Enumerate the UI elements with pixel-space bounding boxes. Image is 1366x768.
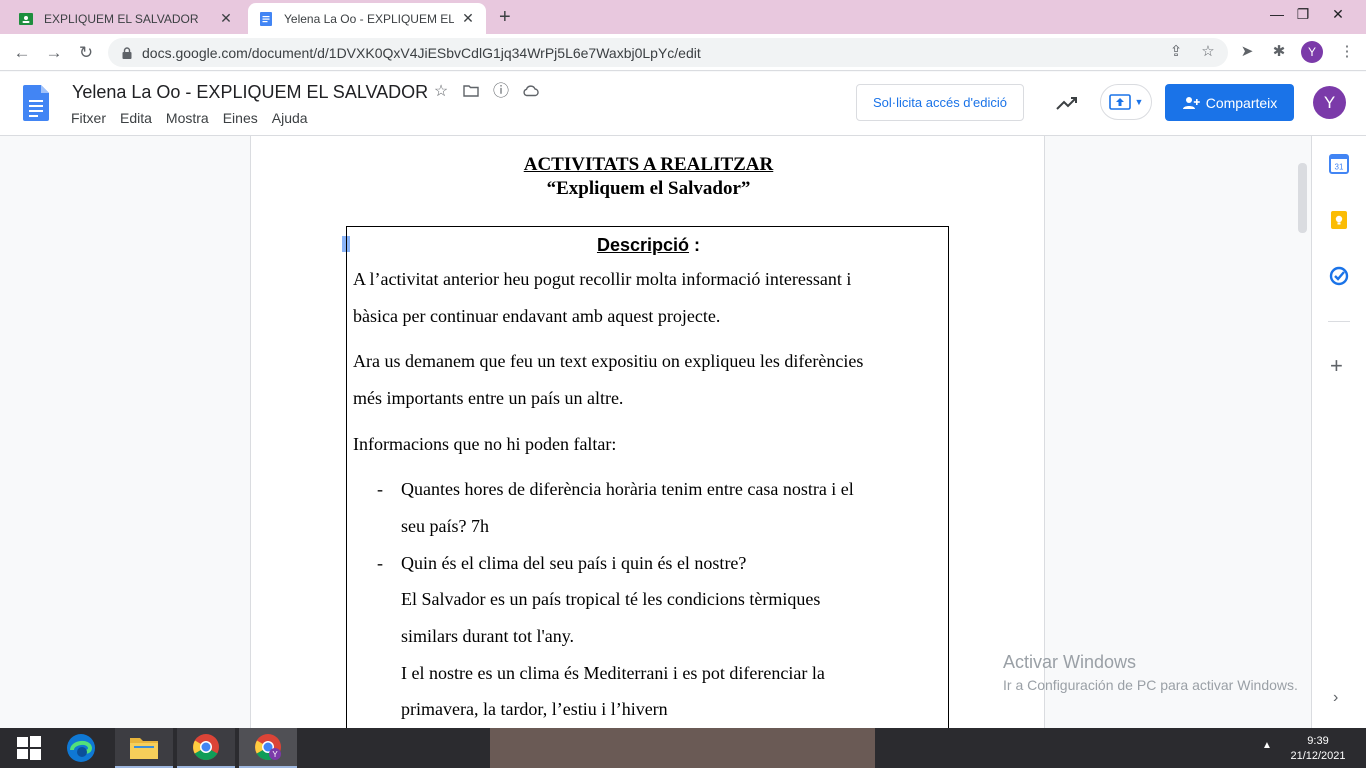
activity-subheading: “Expliquem el Salvador”	[546, 178, 751, 199]
expand-panel-icon[interactable]: ›	[1333, 689, 1338, 707]
paragraph-1-line-1: A l’activitat anterior heu pogut recolli…	[353, 269, 852, 289]
info-icon[interactable]: ⓘ	[492, 83, 510, 101]
send-icon[interactable]: ➤	[1237, 42, 1257, 62]
share-button[interactable]: Comparteix	[1165, 84, 1294, 121]
clock-time: 9:39	[1307, 735, 1329, 747]
keep-icon[interactable]	[1329, 210, 1349, 230]
bullet-dash: -	[377, 479, 383, 499]
browser-tab-docs[interactable]: Yelena La Oo - EXPLIQUEM EL SALVADOR ✕	[248, 3, 486, 34]
google-docs-logo-icon[interactable]	[23, 85, 49, 121]
close-tab-icon[interactable]: ✕	[218, 10, 234, 27]
menu-item-help[interactable]: Ajuda	[272, 110, 308, 126]
side-panel-divider	[1328, 321, 1350, 322]
list-item-2-line-2: El Salvador es un país tropical té les c…	[401, 589, 821, 609]
profile-avatar[interactable]: Y	[1301, 41, 1323, 63]
side-panel: 31 + ›	[1311, 136, 1366, 728]
tab-title: EXPLIQUEM EL SALVADOR	[44, 11, 199, 26]
list-item-1-line-1: Quantes hores de diferència horària teni…	[401, 479, 854, 499]
list-item-1-line-2: seu país? 7h	[401, 516, 489, 536]
activity-trend-icon[interactable]	[1055, 92, 1079, 114]
browser-toolbar: ← → ↻ docs.google.com/document/d/1DVXK0Q…	[0, 34, 1366, 71]
bookmark-star-icon[interactable]: ☆	[1198, 42, 1218, 62]
description-title-suffix: :	[689, 235, 701, 255]
close-window-button[interactable]: ✕	[1315, 0, 1361, 28]
extensions-icon[interactable]: ✱	[1269, 42, 1289, 62]
docs-header: Yelena La Oo - EXPLIQUEM EL SALVADOR ☆ ⓘ…	[0, 72, 1366, 136]
description-title-text: Descripció	[596, 235, 690, 255]
present-button[interactable]: ▼	[1100, 84, 1152, 120]
document-title[interactable]: Yelena La Oo - EXPLIQUEM EL SALVADOR	[72, 82, 428, 103]
edge-taskbar-button[interactable]	[52, 728, 110, 768]
taskbar-clock[interactable]: 9:39 21/12/2021	[1287, 734, 1349, 764]
watermark-subtitle: Ir a Configuración de PC para activar Wi…	[1003, 677, 1298, 693]
chrome-icon	[193, 734, 219, 761]
browser-tab-classroom[interactable]: EXPLIQUEM EL SALVADOR ✕	[8, 3, 244, 34]
chrome-taskbar-button[interactable]	[177, 728, 235, 768]
menu-kebab-icon[interactable]: ⋮	[1337, 42, 1357, 62]
account-avatar[interactable]: Y	[1313, 86, 1346, 119]
tab-strip: EXPLIQUEM EL SALVADOR ✕ Yelena La Oo - E…	[0, 0, 1366, 34]
document-scrollbar[interactable]	[1298, 163, 1307, 233]
cloud-status-icon[interactable]	[522, 83, 540, 101]
windows-taskbar: Y ▲ 9:39 21/12/2021	[0, 728, 1366, 768]
reload-icon[interactable]: ↻	[75, 42, 97, 64]
folder-icon	[130, 738, 158, 759]
url-text: docs.google.com/document/d/1DVXK0QxV4JiE…	[142, 44, 701, 61]
menu-item-view[interactable]: Mostra	[166, 110, 209, 126]
share-label: Comparteix	[1205, 94, 1278, 111]
close-tab-icon[interactable]: ✕	[460, 10, 476, 27]
list-item-2-line-1: Quin és el clima del seu país i quin és …	[401, 553, 747, 573]
docs-favicon-icon	[260, 11, 272, 26]
edge-icon	[67, 734, 95, 762]
bullet-dash: -	[377, 553, 383, 573]
add-addon-icon[interactable]: +	[1330, 353, 1343, 379]
list-item-2-line-4: I el nostre es un clima és Mediterrani i…	[401, 663, 825, 683]
paragraph-1-line-2: bàsica per continuar endavant amb aquest…	[353, 306, 721, 326]
document-page[interactable]: ACTIVITATS A REALITZAR “Expliquem el Sal…	[250, 136, 1045, 728]
menu-item-edit[interactable]: Edita	[120, 110, 152, 126]
menu-item-file[interactable]: Fitxer	[71, 110, 106, 126]
chrome-profile-icon: Y	[255, 734, 281, 761]
tab-title: Yelena La Oo - EXPLIQUEM EL SALVADOR	[284, 11, 454, 26]
tasks-icon[interactable]	[1329, 266, 1349, 286]
address-bar[interactable]: docs.google.com/document/d/1DVXK0QxV4JiE…	[108, 38, 1228, 67]
lock-icon	[122, 46, 132, 59]
paragraph-2-line-2: més importants entre un país un altre.	[353, 388, 624, 408]
calendar-icon[interactable]: 31	[1329, 154, 1349, 174]
paragraph-3: Informacions que no hi poden faltar:	[353, 434, 617, 454]
document-canvas[interactable]: ACTIVITATS A REALITZAR “Expliquem el Sal…	[0, 136, 1311, 728]
chevron-down-icon: ▼	[1134, 97, 1144, 107]
back-icon[interactable]: ←	[11, 42, 33, 64]
share-page-icon[interactable]: ⇪	[1166, 42, 1186, 62]
folder-icon[interactable]	[462, 83, 480, 101]
list-item-2-line-5: primavera, la tardor, l’estiu i l’hivern	[401, 699, 668, 719]
activity-heading: ACTIVITATS A REALITZAR	[523, 154, 774, 175]
start-button[interactable]	[0, 728, 58, 768]
classroom-icon	[19, 12, 33, 25]
forward-icon[interactable]: →	[43, 42, 65, 64]
show-hidden-icons-icon[interactable]: ▲	[1262, 740, 1272, 751]
paragraph-2-line-1: Ara us demanem que feu un text expositiu…	[353, 351, 864, 371]
file-explorer-taskbar-button[interactable]	[115, 728, 173, 768]
add-person-icon	[1182, 96, 1200, 109]
menu-bar: Fitxer Edita Mostra Eines Ajuda	[71, 110, 308, 126]
watermark-title: Activar Windows	[1003, 652, 1137, 672]
menu-item-tools[interactable]: Eines	[223, 110, 258, 126]
description-title: Descripció :	[347, 235, 950, 256]
clock-date: 21/12/2021	[1290, 750, 1346, 762]
present-icon	[1108, 94, 1131, 110]
list-item-2-line-3: similars durant tot l'any.	[401, 626, 575, 646]
new-tab-button[interactable]: +	[499, 6, 511, 29]
svg-text:Y: Y	[272, 750, 278, 759]
star-icon[interactable]: ☆	[432, 83, 450, 101]
chrome-profile-taskbar-button[interactable]: Y	[239, 728, 297, 768]
desktop-wallpaper-area	[490, 728, 875, 768]
description-table-cell[interactable]: Descripció : A l’activitat anterior heu …	[346, 226, 949, 728]
windows-logo-icon	[17, 736, 41, 760]
calendar-day: 31	[1335, 163, 1344, 172]
request-edit-access-button[interactable]: Sol·licita accés d'edició	[856, 84, 1024, 121]
windows-activation-watermark: Activar Windows Ir a Configuración de PC…	[1003, 652, 1298, 693]
